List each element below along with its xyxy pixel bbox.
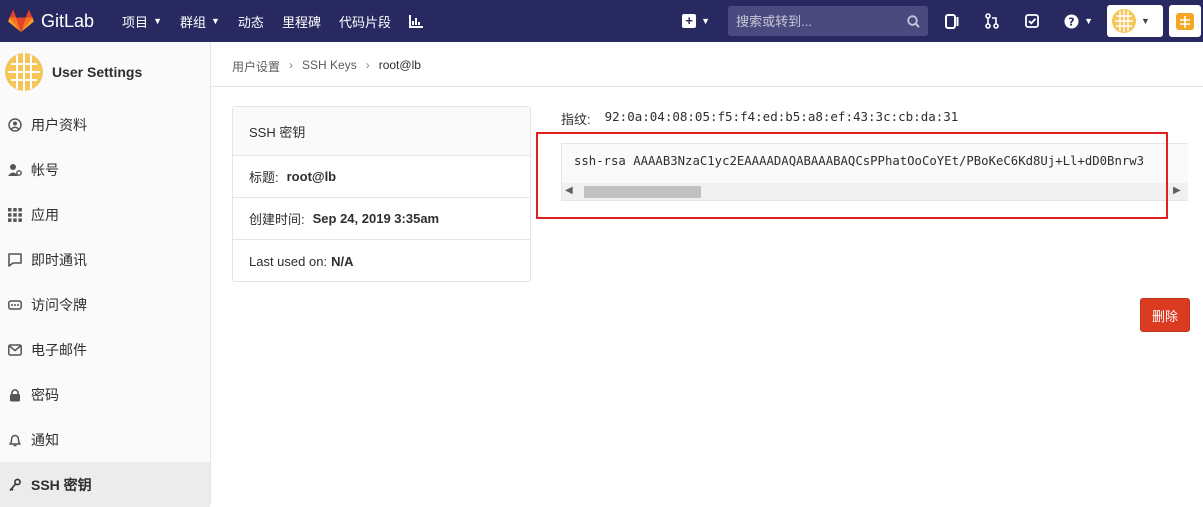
avatar xyxy=(5,53,43,91)
nav-activity-label: 动态 xyxy=(237,14,264,30)
key-created-value: Sep 24, 2019 3:35am xyxy=(312,211,440,226)
breadcrumb-separator: › xyxy=(289,58,294,72)
scroll-left-icon[interactable]: ◀ xyxy=(565,185,573,196)
nav-milestones[interactable]: 里程碑 xyxy=(282,12,321,31)
sidebar-item-label: 用户资料 xyxy=(31,116,87,133)
nav-groups[interactable]: 群组 ▼ xyxy=(180,12,220,31)
sidebar-item-label: 应用 xyxy=(31,206,59,223)
horizontal-scrollbar[interactable]: ◀ ▶ xyxy=(562,183,1188,200)
nav-snippets-label: 代码片段 xyxy=(338,14,391,30)
nav-snippets[interactable]: 代码片段 xyxy=(339,12,391,31)
extension-icon xyxy=(1176,13,1194,30)
email-icon xyxy=(8,343,22,356)
key-last-used-value: N/A xyxy=(331,253,354,269)
brand-name: GitLab xyxy=(41,10,95,31)
key-created-row: 创建时间: Sep 24, 2019 3:35am xyxy=(233,198,530,240)
nav-projects-label: 项目 xyxy=(122,14,149,30)
brand-link[interactable]: GitLab xyxy=(8,0,94,42)
nav-analytics[interactable] xyxy=(408,12,423,31)
ssh-key-content-box[interactable]: ssh-rsa AAAAB3NzaC1yc2EAAAADAQABAAABAQCs… xyxy=(561,143,1188,201)
chevron-down-icon: ▼ xyxy=(701,16,711,26)
breadcrumb-ssh-keys[interactable]: SSH Keys xyxy=(302,58,357,75)
search-input[interactable] xyxy=(736,13,902,29)
chevron-down-icon: ▼ xyxy=(153,16,162,26)
search-box[interactable] xyxy=(728,6,929,36)
search-icon xyxy=(907,14,920,28)
breadcrumb-current[interactable]: root@lb xyxy=(379,58,421,75)
breadcrumb: 用户设置 › SSH Keys › root@lb xyxy=(232,58,421,75)
key-icon xyxy=(9,478,21,491)
sidebar-toggle-button[interactable] xyxy=(944,13,960,29)
key-title-value: root@lb xyxy=(286,169,337,184)
chevron-down-icon: ▼ xyxy=(1084,16,1093,26)
ssh-key-text[interactable]: ssh-rsa AAAAB3NzaC1yc2EAAAADAQABAAABAQCs… xyxy=(574,154,1144,168)
settings-sidebar: User Settings 用户资料 帐号 应用 即时通讯 访问令牌 电子邮件 … xyxy=(0,42,211,507)
sidebar-item-label: 访问令牌 xyxy=(31,296,87,313)
chart-icon xyxy=(408,14,423,28)
sidebar-item-emails[interactable]: 电子邮件 xyxy=(0,327,210,372)
extension-button[interactable] xyxy=(1169,5,1201,37)
card-header: SSH 密钥 xyxy=(233,107,530,156)
account-icon xyxy=(8,163,22,176)
help-icon: ? xyxy=(1064,14,1079,28)
scroll-right-icon[interactable]: ▶ xyxy=(1173,185,1181,196)
breadcrumb-separator: › xyxy=(365,58,370,72)
key-title-label: 标题: xyxy=(249,170,279,185)
header-divider xyxy=(211,86,1203,87)
sidebar-item-applications[interactable]: 应用 xyxy=(0,192,210,237)
sidebar-item-label: SSH 密钥 xyxy=(31,476,92,493)
help-dropdown-button[interactable]: ? ▼ xyxy=(1064,14,1093,29)
sidebar-item-password[interactable]: 密码 xyxy=(0,372,210,417)
sidebar-item-label: 即时通讯 xyxy=(31,251,87,268)
todos-button[interactable] xyxy=(1024,13,1040,29)
chevron-down-icon: ▼ xyxy=(1141,16,1150,26)
nav-projects[interactable]: 项目 ▼ xyxy=(122,12,162,31)
nav-groups-label: 群组 xyxy=(179,14,206,30)
svg-text:?: ? xyxy=(1068,15,1074,28)
fingerprint: 指纹: 92:0a:04:08:05:f5:f4:ed:b5:a8:ef:43:… xyxy=(561,109,958,128)
chat-icon xyxy=(8,252,22,267)
chevron-down-icon: ▼ xyxy=(211,16,220,26)
ssh-key-info-card: SSH 密钥 标题: root@lb 创建时间: Sep 24, 2019 3:… xyxy=(232,106,531,282)
bell-icon xyxy=(9,434,21,446)
panel-icon xyxy=(945,13,959,29)
merge-requests-button[interactable] xyxy=(984,13,1000,29)
new-dropdown-button[interactable]: + ▼ xyxy=(682,14,710,28)
key-created-label: 创建时间: xyxy=(249,212,305,227)
merge-request-icon xyxy=(985,13,999,29)
avatar xyxy=(1112,9,1136,33)
sidebar-header[interactable]: User Settings xyxy=(0,42,210,102)
sidebar-item-label: 密码 xyxy=(31,386,59,403)
sidebar-item-ssh-keys[interactable]: SSH 密钥 xyxy=(0,462,210,507)
sidebar-item-profile[interactable]: 用户资料 xyxy=(0,102,210,147)
key-title-row: 标题: root@lb xyxy=(233,156,530,198)
sidebar-item-label: 帐号 xyxy=(31,161,59,178)
breadcrumb-user-settings[interactable]: 用户设置 xyxy=(232,58,280,75)
sidebar-item-account[interactable]: 帐号 xyxy=(0,147,210,192)
user-menu-button[interactable]: ▼ xyxy=(1107,5,1163,37)
checkbox-icon xyxy=(1025,14,1039,28)
gitlab-logo-icon xyxy=(8,9,34,32)
profile-icon xyxy=(8,117,22,132)
fingerprint-label: 指纹: xyxy=(561,112,591,127)
delete-button[interactable]: 删除 xyxy=(1140,298,1190,332)
applications-icon xyxy=(8,207,22,222)
fingerprint-value: 92:0a:04:08:05:f5:f4:ed:b5:a8:ef:43:3c:c… xyxy=(604,109,959,124)
lock-icon xyxy=(10,388,20,401)
top-navbar: GitLab 项目 ▼ 群组 ▼ 动态 里程碑 代码片段 + ▼ 搜索或转到..… xyxy=(0,0,1203,42)
sidebar-item-label: 通知 xyxy=(31,431,59,448)
scrollbar-thumb[interactable] xyxy=(584,186,701,198)
sidebar-title: User Settings xyxy=(52,64,143,80)
sidebar-item-chat[interactable]: 即时通讯 xyxy=(0,237,210,282)
nav-milestones-label: 里程碑 xyxy=(281,14,321,30)
key-last-used-label: Last used on: xyxy=(249,253,328,269)
sidebar-item-label: 电子邮件 xyxy=(31,341,87,358)
sidebar-item-access-tokens[interactable]: 访问令牌 xyxy=(0,282,210,327)
token-icon xyxy=(8,299,22,310)
plus-icon: + xyxy=(682,14,697,28)
key-last-used-row: Last used on: N/A xyxy=(233,240,530,282)
nav-activity[interactable]: 动态 xyxy=(238,12,264,31)
sidebar-item-notifications[interactable]: 通知 xyxy=(0,417,210,462)
